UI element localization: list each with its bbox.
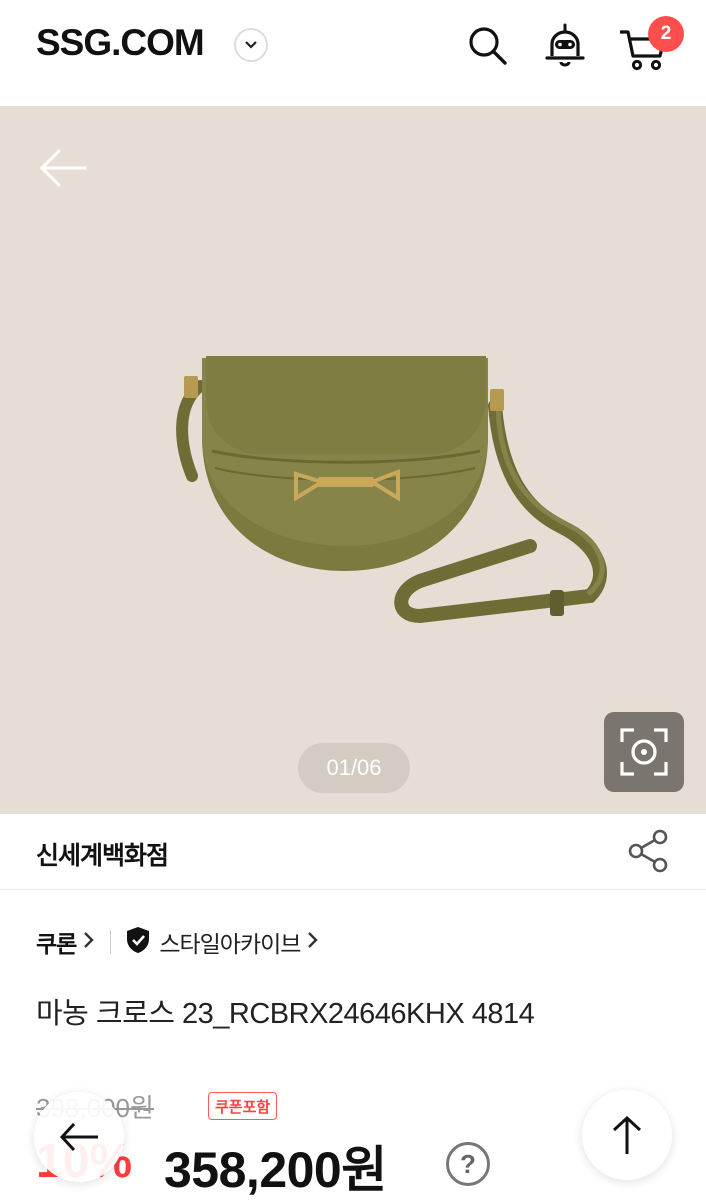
ssg-logo[interactable]: SSG.COM (36, 22, 205, 64)
image-search-button[interactable] (604, 712, 684, 792)
brand-link[interactable]: 쿠론 (36, 925, 77, 959)
chevron-right-icon (306, 930, 320, 954)
product-image-carousel[interactable]: 01/06 (0, 106, 706, 814)
divider (110, 930, 112, 954)
seller-name[interactable]: 신세계백화점 (36, 836, 169, 872)
arrow-up-icon (612, 1115, 642, 1154)
scroll-to-top-button[interactable] (582, 1090, 672, 1180)
seller-row: 신세계백화점 (0, 814, 706, 890)
chevron-down-icon[interactable] (234, 28, 268, 62)
notification-bot-icon[interactable] (540, 20, 590, 70)
camera-lens-icon (620, 728, 668, 776)
verified-shield-icon (125, 926, 151, 958)
cart-count-badge: 2 (648, 16, 684, 52)
price-help-icon[interactable]: ? (446, 1142, 490, 1186)
product-image (176, 356, 607, 624)
brand-row: 쿠론 스타일아카이브 (36, 922, 320, 962)
share-icon[interactable] (626, 828, 672, 874)
chevron-right-icon (82, 930, 96, 954)
floating-back-button[interactable] (34, 1092, 124, 1182)
coupon-included-badge: 쿠폰포함 (208, 1092, 278, 1120)
sale-price: 358,200원 (164, 1142, 387, 1198)
search-icon[interactable] (462, 20, 512, 70)
product-title: 마농 크로스 23_RCBRX24646KHX 4814 (36, 998, 535, 1030)
arrow-left-icon (59, 1122, 98, 1152)
image-counter: 01/06 (298, 743, 410, 793)
shop-link[interactable]: 스타일아카이브 (159, 925, 301, 959)
app-header: SSG.COM 2 (0, 0, 706, 106)
